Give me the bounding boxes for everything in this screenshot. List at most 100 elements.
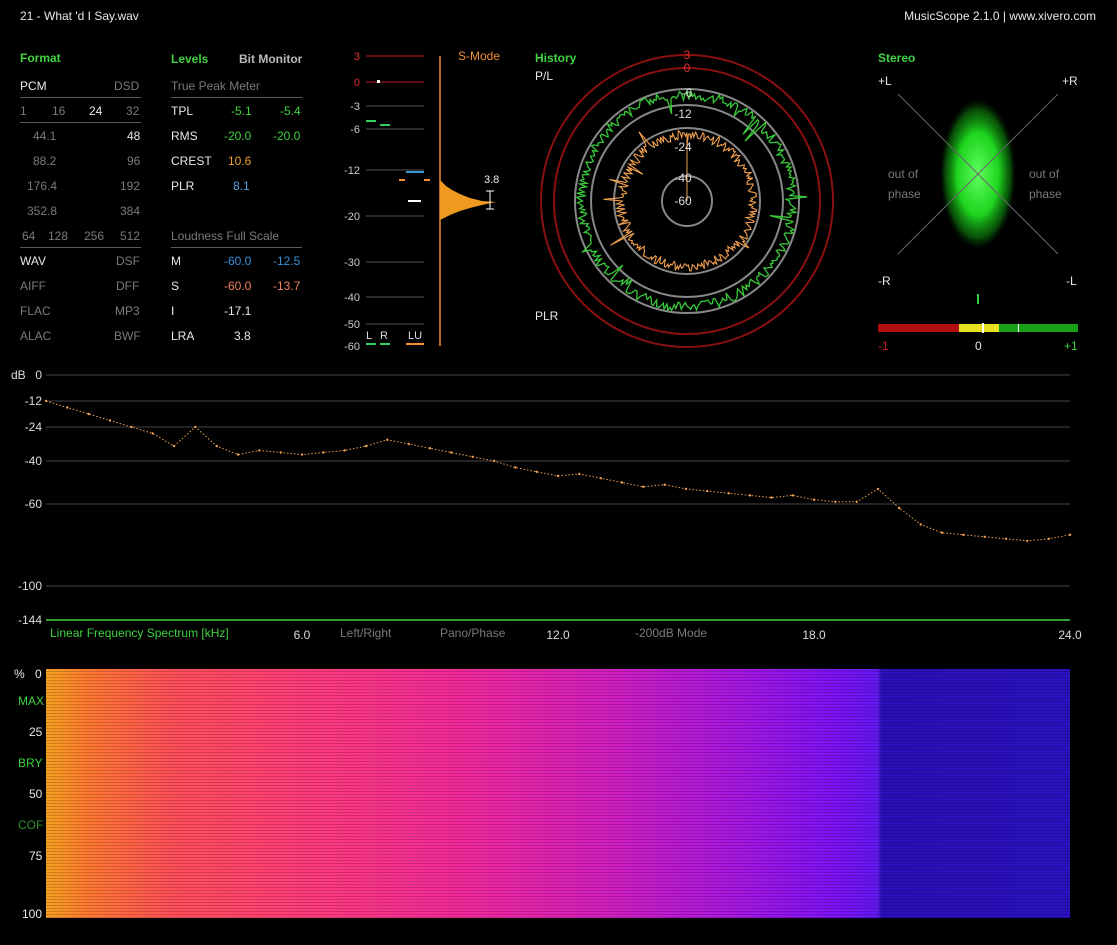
channel-l: L xyxy=(366,330,372,342)
spectrum-point xyxy=(706,489,709,493)
meter-scale-m3: -3 xyxy=(350,101,360,113)
meter-scale-m30: -30 xyxy=(344,257,360,269)
stereo-minus-r: -R xyxy=(878,274,891,288)
rms-right: -20.0 xyxy=(273,129,301,143)
spectrum-point xyxy=(919,523,922,526)
dsd-rate-256[interactable]: 256 xyxy=(84,229,104,243)
s-value-b: -13.7 xyxy=(273,279,301,293)
spectrum-point xyxy=(791,494,794,497)
spectrum-point xyxy=(322,451,325,454)
spectrum-x-tick: 12.0 xyxy=(546,628,570,642)
bit-depth-32[interactable]: 32 xyxy=(126,104,139,118)
spectrum-line xyxy=(45,400,1071,542)
spectrum-point xyxy=(364,444,368,448)
spectrogram-marker-max[interactable]: MAX xyxy=(18,694,44,708)
spectrum-point xyxy=(66,406,69,409)
container-alac[interactable]: ALAC xyxy=(20,329,51,343)
container-aiff[interactable]: AIFF xyxy=(20,279,46,293)
spectrum-y-tick: 0 xyxy=(35,368,42,382)
spectrum-y-tick: -144 xyxy=(18,613,42,627)
dsd-rate-64[interactable]: 64 xyxy=(22,229,35,243)
m-value-b: -12.5 xyxy=(273,254,301,268)
bit-monitor-tab[interactable]: Bit Monitor xyxy=(239,52,302,66)
spectrum-point xyxy=(236,453,240,456)
pano-phase-button[interactable]: Pano/Phase xyxy=(440,626,505,640)
spectrum-point xyxy=(87,412,90,416)
rate-176-4[interactable]: 176.4 xyxy=(27,179,57,193)
spectrum-point xyxy=(172,444,176,448)
container-mp3[interactable]: MP3 xyxy=(115,304,140,318)
i-value: -17.1 xyxy=(224,304,252,318)
plr-value: 8.1 xyxy=(233,179,250,193)
spectrum-point xyxy=(130,425,133,429)
spectrogram-marker-bry[interactable]: BRY xyxy=(18,756,42,770)
spectrum-y-tick: -60 xyxy=(25,497,43,511)
container-dsf[interactable]: DSF xyxy=(116,254,140,268)
history-radar: 3 0 -6 -12 -24 -40 -60 xyxy=(540,48,834,348)
spectrum-point xyxy=(578,472,581,476)
spectrogram-unit: % xyxy=(14,667,25,681)
smode-label: S-Mode xyxy=(458,49,500,63)
container-bwf[interactable]: BWF xyxy=(114,329,141,343)
lra-value: 3.8 xyxy=(234,329,251,343)
corr-min-label: -1 xyxy=(878,339,889,353)
spectrum-point xyxy=(386,438,389,441)
s-value-a: -60.0 xyxy=(224,279,252,293)
dsd-rate-512[interactable]: 512 xyxy=(120,229,140,243)
crest-label: CREST xyxy=(171,154,212,168)
container-flac[interactable]: FLAC xyxy=(20,304,51,318)
spectrum-x-tick: 6.0 xyxy=(294,628,311,642)
bit-depth-1[interactable]: 1 xyxy=(20,104,27,118)
container-wav[interactable]: WAV xyxy=(20,254,46,268)
bit-depth-24[interactable]: 24 xyxy=(89,104,102,118)
spectrum-y-tick: -100 xyxy=(18,579,42,593)
loudness-histogram xyxy=(440,180,496,220)
lra-bracket-value: 3.8 xyxy=(484,174,499,186)
rate-352-8[interactable]: 352.8 xyxy=(27,204,57,218)
ring-label-m12: -12 xyxy=(674,107,692,121)
stereo-header[interactable]: Stereo xyxy=(878,51,915,65)
rate-48[interactable]: 48 xyxy=(127,129,140,143)
meter-scale-0: 0 xyxy=(354,77,360,89)
left-right-button[interactable]: Left/Right xyxy=(340,626,391,640)
peak-history-trace xyxy=(575,88,808,312)
spectrum-point xyxy=(855,500,858,503)
200db-mode-button[interactable]: -200dB Mode xyxy=(635,626,707,640)
rate-384[interactable]: 384 xyxy=(120,204,140,218)
spectrum-title[interactable]: Linear Frequency Spectrum [kHz] xyxy=(50,626,229,640)
spectrum-point xyxy=(343,449,346,452)
rate-192[interactable]: 192 xyxy=(120,179,140,193)
meter-scale-m50: -50 xyxy=(344,319,360,331)
meter-scale-3: 3 xyxy=(354,51,360,63)
m-label: M xyxy=(171,254,181,268)
loudness-label: Loudness Full Scale xyxy=(171,229,280,243)
spectrogram-tick-50: 50 xyxy=(29,787,43,801)
spectrum-point xyxy=(279,451,282,454)
correlation-indicator xyxy=(977,294,979,304)
rate-88-2[interactable]: 88.2 xyxy=(33,154,56,168)
dsd-label[interactable]: DSD xyxy=(114,79,139,93)
spectrogram-marker-cof[interactable]: COF xyxy=(18,818,43,832)
spectrum-point xyxy=(983,535,986,538)
true-peak-label: True Peak Meter xyxy=(171,79,260,93)
container-dff[interactable]: DFF xyxy=(116,279,139,293)
spectrum-point xyxy=(492,459,496,463)
spectrum-point xyxy=(876,487,880,491)
spectrum-point xyxy=(620,481,624,484)
spectrum-point xyxy=(535,470,538,473)
bit-depth-16[interactable]: 16 xyxy=(52,104,65,118)
format-header: Format xyxy=(20,51,61,65)
i-label: I xyxy=(171,304,175,318)
ring-label-m60: -60 xyxy=(674,194,692,208)
spectrum-point xyxy=(642,485,645,488)
file-title: 21 - What 'd I Say.wav xyxy=(20,9,139,23)
pcm-label[interactable]: PCM xyxy=(20,79,47,93)
rms-label: RMS xyxy=(171,129,198,143)
rate-96[interactable]: 96 xyxy=(127,154,140,168)
spectrum-point xyxy=(258,449,261,452)
levels-header[interactable]: Levels xyxy=(171,52,208,66)
spectrogram xyxy=(46,669,1070,918)
rate-44-1[interactable]: 44.1 xyxy=(33,129,56,143)
dsd-rate-128[interactable]: 128 xyxy=(48,229,68,243)
ring-label-m40: -40 xyxy=(674,171,692,185)
